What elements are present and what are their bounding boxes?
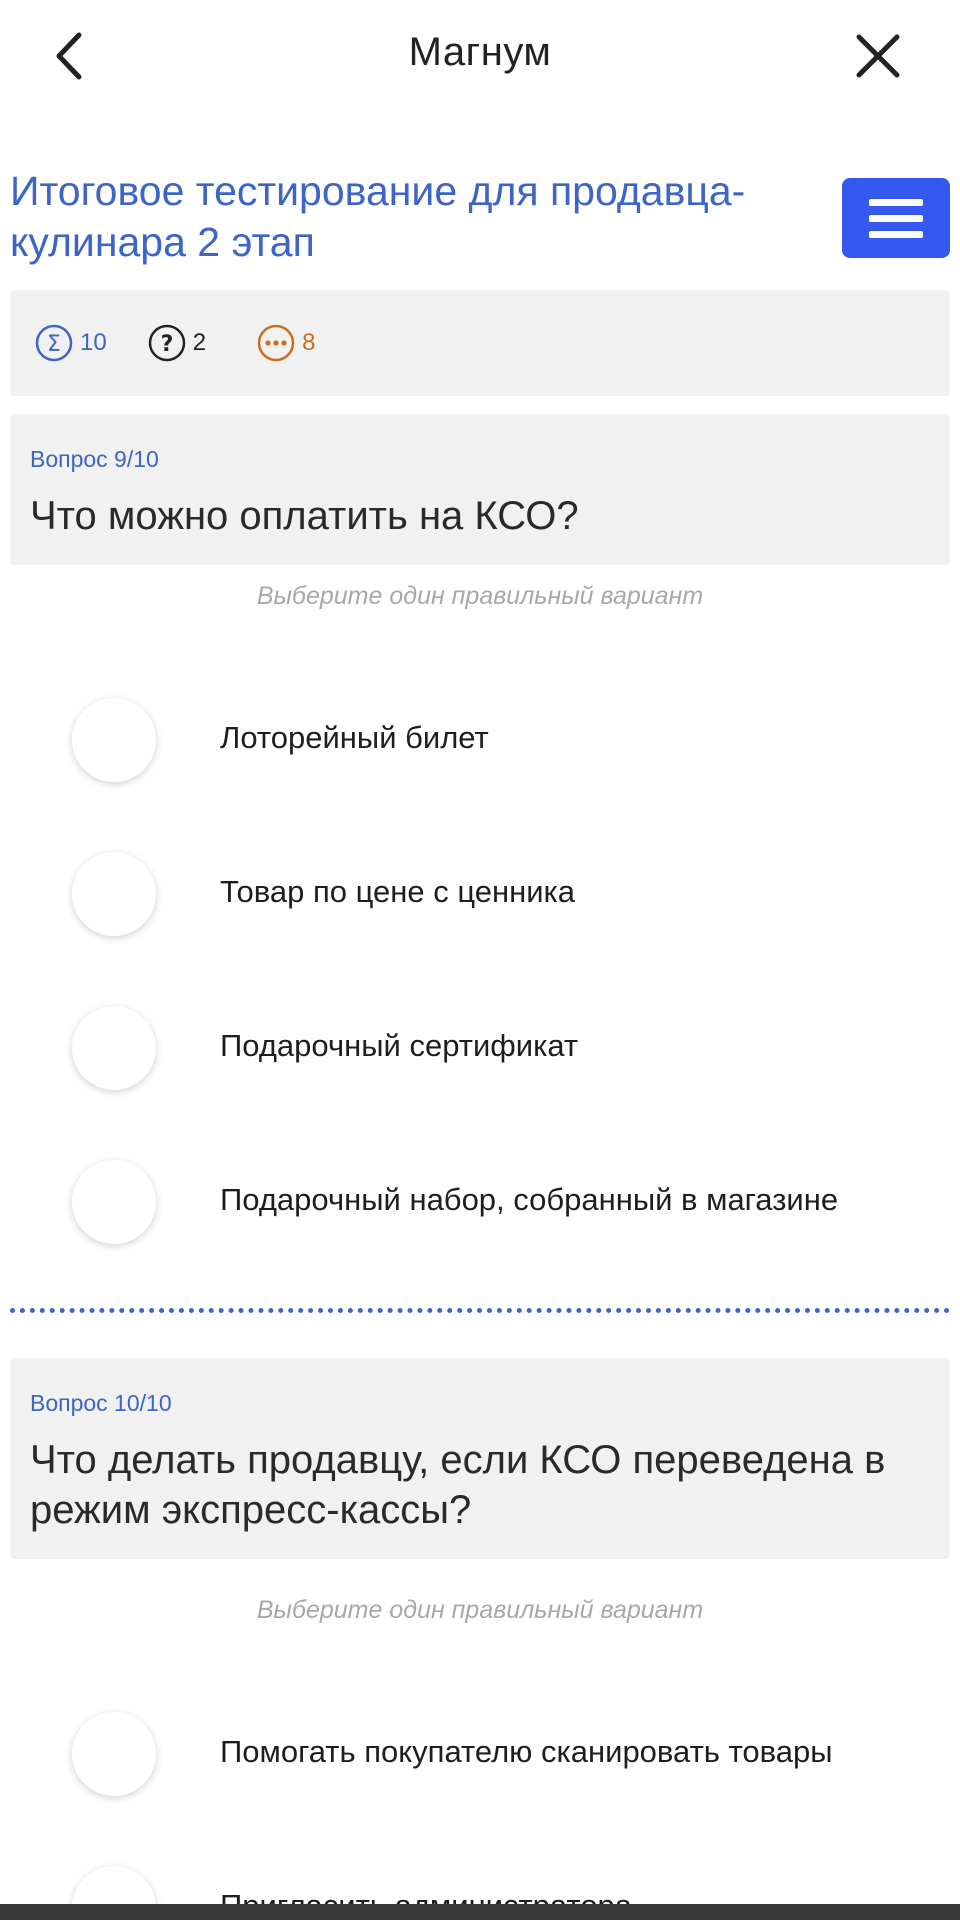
chevron-left-icon: [56, 32, 82, 80]
menu-button[interactable]: [842, 178, 950, 258]
question-number: Вопрос 10/10: [30, 1390, 172, 1416]
answer-option-label: Подарочный сертификат: [220, 1028, 579, 1063]
question-text: Что можно оплатить на КСО?: [30, 494, 579, 538]
answer-option-label: Помогать покупателю сканировать товары: [220, 1734, 833, 1769]
sigma-icon: Σ: [35, 324, 73, 362]
radio-button[interactable]: [72, 852, 156, 936]
answer-hint: Выберите один правильный вариант: [256, 582, 704, 610]
radio-button[interactable]: [72, 1160, 156, 1244]
radio-button[interactable]: [72, 698, 156, 782]
stat-remaining-value: 8: [302, 329, 316, 356]
answer-option[interactable]: Подарочный сертификат: [0, 998, 960, 1098]
answer-option[interactable]: Подарочный набор, собранный в магазине: [0, 1152, 960, 1252]
svg-text:?: ?: [160, 332, 173, 357]
close-button[interactable]: [844, 22, 912, 90]
hamburger-menu-icon: [869, 198, 923, 206]
stat-remaining: 8: [256, 323, 315, 363]
question-mark-icon: ?: [148, 324, 185, 362]
question-card: Вопрос 10/10 Что делать продавцу, если К…: [10, 1358, 950, 1559]
stat-total: Σ 10: [34, 323, 107, 363]
answer-option-label: Лоторейный билет: [220, 720, 489, 755]
stats-panel: Σ 10 ? 2 8: [10, 290, 950, 396]
top-bar: Магнум: [0, 0, 960, 112]
more-dots-icon: [257, 324, 295, 362]
stat-unanswered-value: 2: [192, 329, 207, 356]
radio-button[interactable]: [72, 1712, 156, 1796]
answer-hint: Выберите один правильный вариант: [256, 1596, 704, 1624]
radio-button[interactable]: [72, 1006, 156, 1090]
close-icon: [856, 34, 900, 78]
quiz-screen: Магнум Итоговое тестирование для продавц…: [0, 0, 960, 1920]
system-navigation-bar: [0, 1904, 960, 1920]
app-title: Магнум: [408, 30, 552, 74]
course-title: Итоговое тестирование для продавца-кулин…: [10, 168, 746, 265]
answer-option[interactable]: Товар по цене с ценника: [0, 844, 960, 944]
answer-option[interactable]: Лоторейный билет: [0, 690, 960, 790]
hamburger-menu-icon-bar: [869, 214, 923, 222]
svg-text:Σ: Σ: [47, 332, 61, 357]
stat-unanswered: ? 2: [147, 323, 206, 363]
question-number: Вопрос 9/10: [30, 446, 159, 472]
question-divider: [10, 1308, 950, 1313]
stat-total-value: 10: [80, 329, 107, 356]
back-button[interactable]: [40, 22, 96, 90]
question-text: Что делать продавцу, если КСО переведена…: [30, 1438, 886, 1532]
answer-option[interactable]: Помогать покупателю сканировать товары: [0, 1704, 960, 1804]
answer-option-label: Товар по цене с ценника: [220, 874, 576, 909]
hamburger-menu-icon-bar: [869, 230, 923, 238]
answer-option-label: Подарочный набор, собранный в магазине: [220, 1182, 839, 1217]
question-card: Вопрос 9/10 Что можно оплатить на КСО?: [10, 414, 950, 565]
